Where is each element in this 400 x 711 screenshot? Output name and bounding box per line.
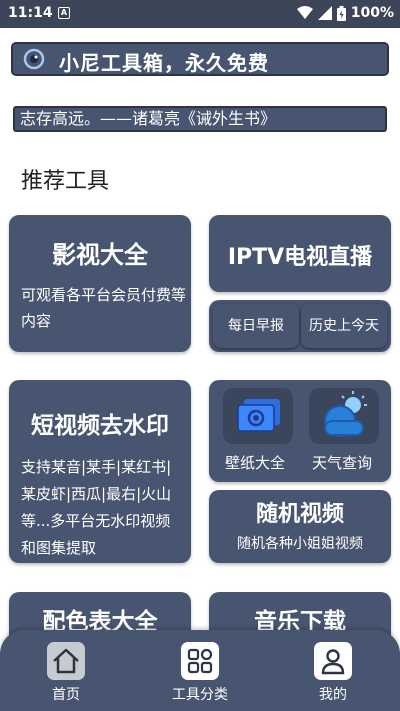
card-random-video-desc: 随机各种小姐姐视频 xyxy=(237,536,363,552)
app-logo-icon xyxy=(23,48,45,70)
bottom-nav: 首页 工具分类 我的 xyxy=(0,630,400,711)
card-random-video-title: 随机视频 xyxy=(255,502,344,527)
notification-icon: A xyxy=(58,7,70,19)
card-video-title: 影视大全 xyxy=(52,241,148,269)
banner-title: 小尼工具箱，永久免费 xyxy=(59,51,269,75)
user-icon xyxy=(314,642,352,680)
status-time: 11:14 xyxy=(8,5,53,21)
card-video[interactable]: 影视大全 可观看各平台会员付费等内容 xyxy=(9,215,191,352)
card-random-video[interactable]: 随机视频 随机各种小姐姐视频 xyxy=(209,490,391,563)
weather-label: 天气查询 xyxy=(312,454,373,472)
signal-icon xyxy=(317,6,332,20)
card-watermark-title: 短视频去水印 xyxy=(31,413,169,439)
card-wallpaper-weather: 壁纸大全 天气查询 xyxy=(209,380,391,482)
wallpaper-label: 壁纸大全 xyxy=(225,454,286,472)
grid-icon xyxy=(181,642,219,680)
nav-tools-label: 工具分类 xyxy=(172,687,228,703)
card-iptv[interactable]: IPTV电视直播 xyxy=(209,215,391,292)
nav-home[interactable]: 首页 xyxy=(21,642,111,704)
history-today-button[interactable]: 历史上今天 xyxy=(301,304,387,348)
card-video-desc: 可观看各平台会员付费等内容 xyxy=(21,286,187,330)
weather-icon xyxy=(324,391,367,437)
battery-icon xyxy=(336,5,346,21)
wifi-icon xyxy=(296,6,313,19)
section-title: 推荐工具 xyxy=(21,169,110,194)
status-right: 100% xyxy=(296,5,394,21)
home-icon xyxy=(47,642,85,680)
nav-mine-label: 我的 xyxy=(319,687,347,703)
wallpaper-icon xyxy=(237,399,280,432)
card-daily: 每日早报 历史上今天 xyxy=(209,300,391,352)
quote-bar: 志存高远。——诸葛亮《诫外生书》 xyxy=(13,106,387,132)
app-banner: 小尼工具箱，永久免费 xyxy=(11,42,389,76)
weather-button[interactable] xyxy=(309,388,379,444)
nav-home-label: 首页 xyxy=(52,687,80,703)
battery-percent: 100% xyxy=(350,5,394,21)
card-iptv-title: IPTV电视直播 xyxy=(227,245,373,270)
nav-tools[interactable]: 工具分类 xyxy=(155,642,245,704)
daily-news-button[interactable]: 每日早报 xyxy=(213,304,299,348)
wallpaper-button[interactable] xyxy=(223,388,293,444)
nav-mine[interactable]: 我的 xyxy=(288,642,378,704)
card-watermark-desc: 支持某音|某手|某红书|某皮虾|西瓜|最右|火山等...多平台无水印视频和图集提… xyxy=(21,458,172,557)
card-watermark[interactable]: 短视频去水印 支持某音|某手|某红书|某皮虾|西瓜|最右|火山等...多平台无水… xyxy=(9,380,191,563)
status-bar: 11:14 A 100% xyxy=(0,0,400,28)
